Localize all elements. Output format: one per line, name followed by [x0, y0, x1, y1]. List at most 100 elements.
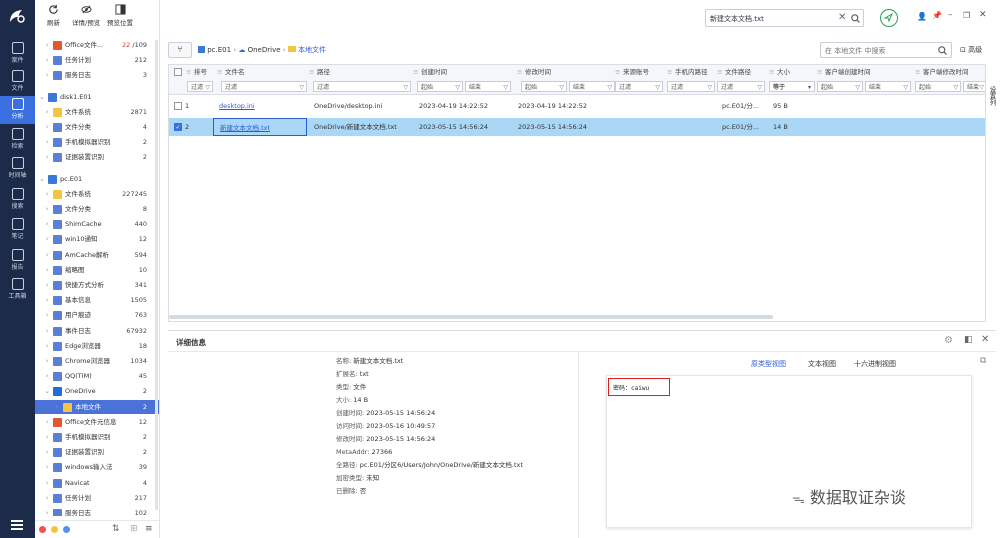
refresh-button[interactable]: 刷新 — [47, 4, 60, 27]
tree-item[interactable]: › Navicat 4 — [35, 476, 159, 490]
expand-icon[interactable]: › — [43, 150, 51, 164]
tree-item[interactable]: ⌄ OneDrive 2 — [35, 384, 159, 398]
drag-handle-icon[interactable]: ≡ — [186, 65, 191, 79]
expand-icon[interactable]: › — [43, 105, 51, 119]
filter-cct-start[interactable]: 起始 ▽ — [817, 81, 863, 92]
expand-icon[interactable]: › — [43, 68, 51, 82]
table-row[interactable]: 1 desktop.ini OneDrive/desktop.ini 2023-04-… — [169, 97, 985, 115]
tree-scrollbar[interactable] — [155, 40, 158, 510]
expand-icon[interactable]: › — [43, 248, 51, 262]
filter-no[interactable]: 过滤 ▽ — [187, 81, 213, 92]
filter-icon[interactable]: ▽ — [455, 82, 460, 93]
drag-handle-icon[interactable]: ≡ — [717, 65, 722, 79]
column-header[interactable]: 文件名 — [225, 65, 245, 79]
filter-cct-end[interactable]: 结束 ▽ — [865, 81, 911, 92]
tree-item[interactable]: › 服务日志 102 — [35, 506, 159, 516]
pin-icon[interactable]: 📌 — [932, 11, 942, 20]
filter-ctime-end[interactable]: 结束 ▽ — [465, 81, 511, 92]
tree-item[interactable]: › 本地文件 2 — [35, 399, 159, 414]
expand-icon[interactable]: › — [43, 369, 51, 383]
expand-icon[interactable]: ⌄ — [38, 90, 46, 104]
tree-item[interactable]: › Chrome浏览器 1034 — [35, 354, 159, 368]
tree-item[interactable]: › 证据装置识别 2 — [35, 445, 159, 459]
tree-item[interactable]: › 用户痕迹 763 — [35, 308, 159, 322]
yellow-dot-icon[interactable] — [51, 526, 58, 533]
tree-item[interactable]: ⌄ disk1.E01 — [35, 90, 159, 104]
local-search-input[interactable] — [825, 45, 933, 56]
expand-icon[interactable]: › — [43, 202, 51, 216]
expand-icon[interactable]: › — [43, 53, 51, 67]
user-icon[interactable]: 👤 — [917, 12, 927, 21]
menu-icon[interactable] — [11, 520, 23, 530]
column-header[interactable]: 文件路径 — [725, 65, 751, 79]
tree-item[interactable]: › 快捷方式分析 341 — [35, 278, 159, 292]
expand-icon[interactable]: › — [43, 460, 51, 474]
filter-mtime-start[interactable]: 起始 ▽ — [521, 81, 567, 92]
filter-size-op[interactable]: 等于 ▾ — [769, 81, 815, 92]
tree-item[interactable]: › Office文件... 22 /109 — [35, 38, 159, 52]
preview-position-button[interactable]: 预览位置 — [107, 4, 133, 27]
expand-icon[interactable]: › — [43, 430, 51, 444]
expand-icon[interactable]: › — [43, 232, 51, 246]
nav-search[interactable]: 检索 — [0, 126, 35, 154]
cell-filename[interactable]: 新建文本文档.txt — [213, 118, 307, 136]
tree-item[interactable]: › Edge浏览器 18 — [35, 339, 159, 353]
column-header[interactable]: 大小 — [777, 65, 790, 79]
tree-item[interactable]: › AmCache解析 594 — [35, 248, 159, 262]
tree-item[interactable]: › 手机模拟器识别 2 — [35, 430, 159, 444]
drag-handle-icon[interactable]: ≡ — [817, 65, 822, 79]
filter-icon[interactable]: ▽ — [707, 82, 712, 93]
close-icon[interactable]: ✕ — [979, 10, 987, 20]
tree-item[interactable]: › 文件分类 4 — [35, 120, 159, 134]
expand-icon[interactable]: ⌄ — [43, 384, 51, 398]
expand-icon[interactable]: › — [53, 400, 61, 414]
drag-handle-icon[interactable]: ≡ — [667, 65, 672, 79]
settings-icon[interactable]: ⚙ — [944, 335, 953, 346]
filter-icon[interactable]: ▽ — [953, 82, 958, 93]
expand-icon[interactable]: › — [43, 38, 51, 52]
expand-icon[interactable]: › — [43, 445, 51, 459]
tree-item[interactable]: › 手机模拟器识别 2 — [35, 135, 159, 149]
tree-item[interactable]: ⌄ pc.E01 — [35, 172, 159, 186]
minimize-icon[interactable]: – — [948, 10, 953, 20]
search-icon[interactable] — [851, 14, 860, 23]
tree-item[interactable]: › ShimCache 440 — [35, 217, 159, 231]
drag-handle-icon[interactable]: ≡ — [309, 65, 314, 79]
nav-toolbox[interactable]: 工具箱 — [0, 276, 35, 304]
select-all-checkbox[interactable] — [174, 68, 182, 76]
column-header[interactable]: 来源账号 — [623, 65, 649, 79]
column-header[interactable]: 路径 — [317, 65, 330, 79]
filter-phone[interactable]: 过滤 ▽ — [667, 81, 715, 92]
list-icon[interactable]: ≡ — [145, 524, 153, 534]
expand-icon[interactable]: ⌄ — [38, 172, 46, 186]
search-icon[interactable] — [938, 46, 947, 55]
tree-item[interactable]: › 文件分类 8 — [35, 202, 159, 216]
nav-search[interactable]: 搜索 — [0, 186, 35, 214]
filter-path[interactable]: 过滤 ▽ — [313, 81, 411, 92]
expand-icon[interactable]: › — [43, 278, 51, 292]
filter-icon[interactable]: ▽ — [655, 82, 660, 93]
breadcrumb-mid[interactable]: OneDrive — [248, 46, 281, 54]
view-tab[interactable]: 原类型视图 — [751, 359, 786, 369]
tree-item[interactable]: › windows输入法 39 — [35, 460, 159, 474]
tree-item[interactable]: › win10通知 12 — [35, 232, 159, 246]
row-checkbox[interactable]: ✓ — [174, 123, 182, 131]
filter-icon[interactable]: ▽ — [979, 82, 984, 93]
blue-dot-icon[interactable] — [63, 526, 70, 533]
detail-preview-button[interactable]: 详情/预览 — [72, 4, 100, 27]
expand-icon[interactable]: › — [43, 415, 51, 429]
expand-icon[interactable]: › — [43, 293, 51, 307]
filter-mtime-end[interactable]: 结束 ▽ — [569, 81, 615, 92]
popout-icon[interactable]: ⧉ — [980, 356, 986, 366]
global-search-input[interactable] — [710, 13, 830, 24]
branch-button[interactable]: ⑂ — [168, 42, 192, 58]
expand-icon[interactable]: › — [43, 135, 51, 149]
expand-icon[interactable]: › — [43, 491, 51, 505]
filter-fpath[interactable]: 过滤 ▽ — [717, 81, 765, 92]
send-icon[interactable] — [880, 9, 898, 27]
row-checkbox[interactable] — [174, 102, 182, 110]
dropdown-icon[interactable]: ▾ — [808, 82, 811, 93]
column-header[interactable]: 创建时间 — [421, 65, 447, 79]
drag-handle-icon[interactable]: ≡ — [915, 65, 920, 79]
local-search-box[interactable] — [820, 42, 952, 58]
